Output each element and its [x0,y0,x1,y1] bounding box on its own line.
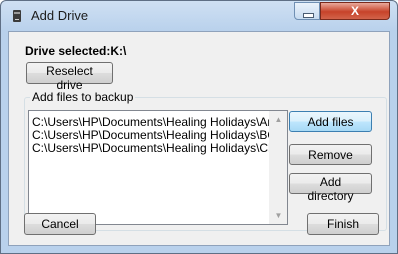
title-bar[interactable]: Add Drive X [1,1,397,31]
triangle-down-icon[interactable]: ▼ [270,207,287,224]
add-drive-window: Add Drive X Drive selected:K:\ Reselect … [0,0,398,254]
add-directory-button[interactable]: Add directory [289,173,372,203]
reselect-drive-button[interactable]: Reselect drive [26,62,113,92]
dialog-body: Drive selected:K:\ Reselect drive Add fi… [8,31,390,246]
drive-icon [13,10,21,22]
minimize-button[interactable] [294,2,320,20]
triangle-up-icon[interactable]: ▲ [270,111,287,128]
add-files-button[interactable]: Add files [289,111,372,132]
list-item[interactable]: C:\Users\HP\Documents\Healing Holidays\C… [32,142,284,155]
cancel-button[interactable]: Cancel [24,213,96,235]
window-title: Add Drive [31,8,89,23]
finish-button[interactable]: Finish [307,213,379,235]
close-icon: X [350,4,359,18]
remove-button[interactable]: Remove [289,144,372,165]
file-list-scrollbar[interactable]: ▲ ▼ [269,111,287,224]
close-button[interactable]: X [320,2,390,20]
file-list[interactable]: C:\Users\HP\Documents\Healing Holidays\A… [28,110,288,225]
add-files-group-title: Add files to backup [30,90,136,104]
drive-selected-label: Drive selected:K:\ [25,44,127,58]
